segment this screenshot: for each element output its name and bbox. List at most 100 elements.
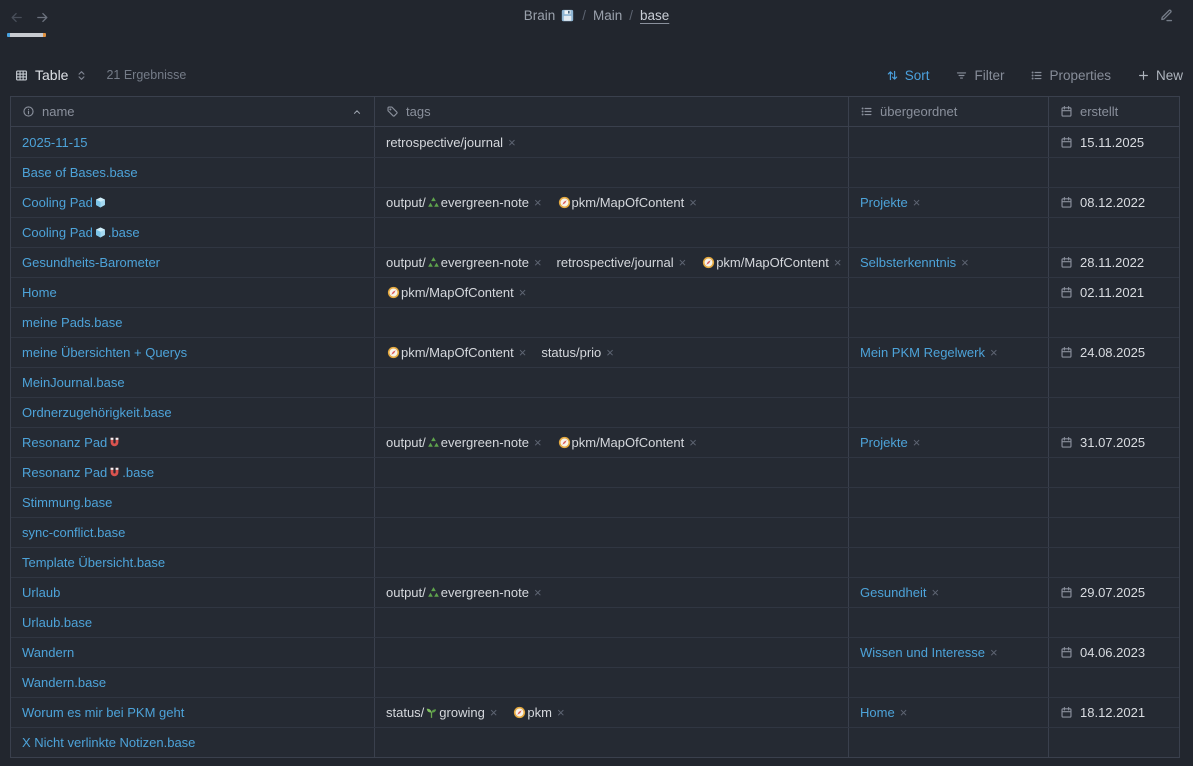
note-link[interactable]: Wandern xyxy=(22,645,74,660)
name-cell[interactable]: Ordnerzugehörigkeit.base xyxy=(11,398,375,427)
note-link[interactable]: Cooling Pad.base xyxy=(22,225,140,240)
tag-pill[interactable]: retrospective/journal× xyxy=(557,255,687,270)
view-switcher[interactable]: Table xyxy=(15,67,88,83)
note-link[interactable]: Wandern.base xyxy=(22,675,106,690)
parent-link[interactable]: Mein PKM Regelwerk xyxy=(860,345,985,360)
created-cell[interactable] xyxy=(1049,608,1179,637)
table-row[interactable]: Urlaub.base xyxy=(11,607,1179,637)
name-cell[interactable]: Wandern.base xyxy=(11,668,375,697)
table-row[interactable]: X Nicht verlinkte Notizen.base xyxy=(11,727,1179,757)
parent-cell[interactable] xyxy=(849,158,1049,187)
tags-cell[interactable]: output/evergreen-note×retrospective/jour… xyxy=(375,248,849,277)
remove-tag-icon[interactable]: × xyxy=(834,255,842,270)
tags-cell[interactable] xyxy=(375,518,849,547)
parent-cell[interactable] xyxy=(849,278,1049,307)
parent-cell[interactable]: Projekte × xyxy=(849,428,1049,457)
note-link[interactable]: MeinJournal.base xyxy=(22,375,125,390)
tags-cell[interactable] xyxy=(375,368,849,397)
tag-pill[interactable]: output/evergreen-note× xyxy=(386,585,542,600)
tag-pill[interactable]: output/evergreen-note× xyxy=(386,435,542,450)
parent-cell[interactable] xyxy=(849,728,1049,757)
tag-pill[interactable]: status/prio× xyxy=(541,345,614,360)
remove-tag-icon[interactable]: × xyxy=(534,435,542,450)
note-link[interactable]: Stimmung.base xyxy=(22,495,112,510)
tags-cell[interactable]: status/growing× pkm× xyxy=(375,698,849,727)
table-row[interactable]: Base of Bases.base xyxy=(11,157,1179,187)
note-link[interactable]: Resonanz Pad.base xyxy=(22,465,154,480)
note-link[interactable]: Resonanz Pad xyxy=(22,435,122,450)
tags-cell[interactable]: retrospective/journal× xyxy=(375,127,849,157)
created-cell[interactable] xyxy=(1049,218,1179,247)
tag-pill[interactable]: pkm/MapOfContent× xyxy=(701,255,841,270)
parent-link[interactable]: Projekte xyxy=(860,195,908,210)
parent-cell[interactable] xyxy=(849,368,1049,397)
name-cell[interactable]: MeinJournal.base xyxy=(11,368,375,397)
note-link[interactable]: 2025-11-15 xyxy=(22,135,88,150)
created-cell[interactable]: 24.08.2025 xyxy=(1049,338,1179,367)
remove-tag-icon[interactable]: × xyxy=(534,255,542,270)
parent-link[interactable]: Projekte xyxy=(860,435,908,450)
parent-link[interactable]: Home xyxy=(860,705,895,720)
name-cell[interactable]: X Nicht verlinkte Notizen.base xyxy=(11,728,375,757)
table-row[interactable]: Wandern Wissen und Interesse× 04.06.2023 xyxy=(11,637,1179,667)
note-link[interactable]: meine Pads.base xyxy=(22,315,122,330)
remove-tag-icon[interactable]: × xyxy=(519,345,527,360)
note-link[interactable]: meine Übersichten + Querys xyxy=(22,345,187,360)
tag-pill[interactable]: output/evergreen-note× xyxy=(386,195,542,210)
name-cell[interactable]: Stimmung.base xyxy=(11,488,375,517)
name-cell[interactable]: Cooling Pad.base xyxy=(11,218,375,247)
name-cell[interactable]: 2025-11-15 xyxy=(11,127,375,157)
tag-pill[interactable]: retrospective/journal× xyxy=(386,135,516,150)
created-cell[interactable]: 28.11.2022 xyxy=(1049,248,1179,277)
created-cell[interactable] xyxy=(1049,728,1179,757)
parent-cell[interactable] xyxy=(849,398,1049,427)
name-cell[interactable]: Base of Bases.base xyxy=(11,158,375,187)
breadcrumb-item-base[interactable]: base xyxy=(640,8,669,23)
remove-parent-icon[interactable]: × xyxy=(990,645,998,660)
parent-link[interactable]: Gesundheit xyxy=(860,585,927,600)
name-cell[interactable]: Template Übersicht.base xyxy=(11,548,375,577)
remove-tag-icon[interactable]: × xyxy=(679,255,687,270)
name-cell[interactable]: Cooling Pad xyxy=(11,188,375,217)
name-cell[interactable]: meine Übersichten + Querys xyxy=(11,338,375,367)
column-header-tags[interactable]: tags xyxy=(375,97,849,126)
note-link[interactable]: X Nicht verlinkte Notizen.base xyxy=(22,735,195,750)
table-row[interactable]: Resonanz Pad output/evergreen-note×pkm/M… xyxy=(11,427,1179,457)
table-row[interactable]: Home pkm/MapOfContent× 02.11.2021 xyxy=(11,277,1179,307)
note-link[interactable]: Base of Bases.base xyxy=(22,165,138,180)
tags-cell[interactable]: pkm/MapOfContent×status/prio× xyxy=(375,338,849,367)
breadcrumb-item-brain[interactable]: Brain xyxy=(524,8,576,23)
table-row[interactable]: 2025-11-15 retrospective/journal× 15.11.… xyxy=(11,127,1179,157)
tags-cell[interactable] xyxy=(375,638,849,667)
table-row[interactable]: Template Übersicht.base xyxy=(11,547,1179,577)
column-header-name[interactable]: name xyxy=(11,97,375,126)
created-cell[interactable]: 29.07.2025 xyxy=(1049,578,1179,607)
created-cell[interactable] xyxy=(1049,398,1179,427)
note-link[interactable]: Ordnerzugehörigkeit.base xyxy=(22,405,172,420)
tag-pill[interactable]: status/growing× xyxy=(386,705,497,720)
new-button[interactable]: New xyxy=(1137,68,1183,83)
remove-parent-icon[interactable]: × xyxy=(913,435,921,450)
created-cell[interactable] xyxy=(1049,158,1179,187)
parent-cell[interactable] xyxy=(849,488,1049,517)
table-row[interactable]: sync-conflict.base xyxy=(11,517,1179,547)
parent-cell[interactable] xyxy=(849,127,1049,157)
tags-cell[interactable]: output/evergreen-note×pkm/MapOfContent× xyxy=(375,428,849,457)
created-cell[interactable] xyxy=(1049,518,1179,547)
properties-button[interactable]: Properties xyxy=(1030,68,1111,83)
created-cell[interactable]: 02.11.2021 xyxy=(1049,278,1179,307)
remove-tag-icon[interactable]: × xyxy=(490,705,498,720)
parent-cell[interactable]: Gesundheit× xyxy=(849,578,1049,607)
name-cell[interactable]: Urlaub xyxy=(11,578,375,607)
parent-cell[interactable] xyxy=(849,548,1049,577)
note-link[interactable]: Template Übersicht.base xyxy=(22,555,165,570)
table-row[interactable]: Stimmung.base xyxy=(11,487,1179,517)
tags-cell[interactable] xyxy=(375,608,849,637)
tags-cell[interactable] xyxy=(375,548,849,577)
created-cell[interactable]: 18.12.2021 xyxy=(1049,698,1179,727)
tags-cell[interactable] xyxy=(375,458,849,487)
tag-pill[interactable]: pkm× xyxy=(512,705,564,720)
parent-cell[interactable]: Projekte× xyxy=(849,188,1049,217)
created-cell[interactable] xyxy=(1049,458,1179,487)
sort-button[interactable]: Sort xyxy=(886,68,930,83)
